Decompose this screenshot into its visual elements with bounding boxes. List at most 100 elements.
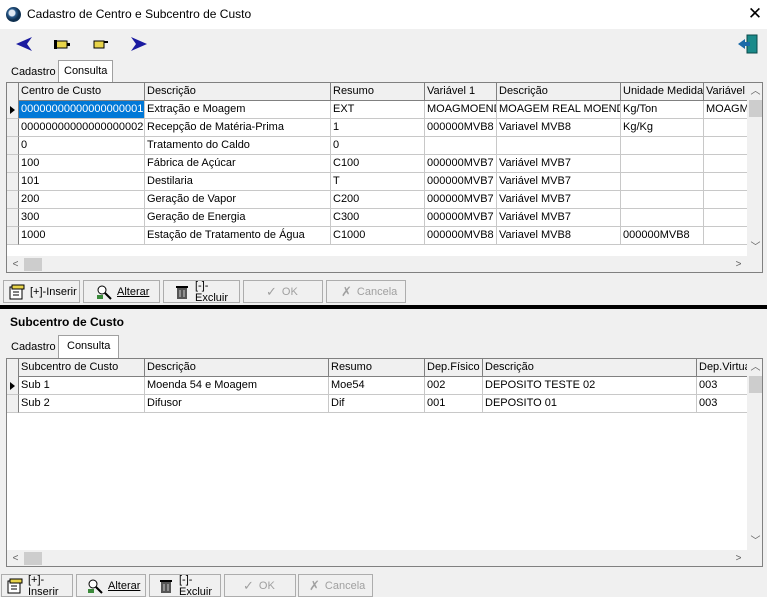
table-row[interactable]: 00000000000000000001 Extração e Moagem EXT…: [7, 101, 762, 119]
row-indicator[interactable]: [7, 137, 19, 155]
table-cell[interactable]: 00000000000000000002: [19, 119, 145, 137]
scroll-left-icon[interactable]: <: [7, 256, 24, 272]
cancel-button[interactable]: ✗ Cancela: [326, 280, 406, 303]
table-row[interactable]: 101 Destilaria T 000000MVB7 Variável MVB7: [7, 173, 762, 191]
first-record-icon[interactable]: [51, 33, 73, 55]
row-indicator[interactable]: [7, 155, 19, 173]
column-header[interactable]: Descrição: [483, 359, 697, 377]
table-cell[interactable]: Variavel MVB8: [497, 119, 621, 137]
tab-sub-consulta[interactable]: Consulta: [58, 335, 120, 358]
column-header[interactable]: Subcentro de Custo: [19, 359, 145, 377]
table-row[interactable]: Sub 2 Difusor Dif 001 DEPOSITO 01 003: [7, 395, 757, 413]
table-cell[interactable]: Variável MVB7: [497, 173, 621, 191]
table-cell[interactable]: C100: [331, 155, 425, 173]
close-icon[interactable]: ✕: [744, 4, 766, 24]
table-row[interactable]: 00000000000000000002 Recepção de Matéria-…: [7, 119, 762, 137]
column-header[interactable]: Descrição: [145, 83, 331, 101]
forward-arrow-icon[interactable]: [128, 33, 150, 55]
table-cell[interactable]: Variável MVB7: [497, 209, 621, 227]
row-indicator[interactable]: [7, 227, 19, 245]
column-header[interactable]: Descrição: [497, 83, 621, 101]
centro-grid[interactable]: Centro de Custo Descrição Resumo Variável 1…: [6, 82, 763, 273]
table-cell[interactable]: [621, 137, 704, 155]
table-cell[interactable]: Moenda 54 e Moagem: [145, 377, 329, 395]
table-cell[interactable]: MOAGEM REAL MOENDA: [497, 101, 621, 119]
table-cell[interactable]: 000000MVB7: [425, 209, 497, 227]
table-row[interactable]: 1000 Estação de Tratamento de Água C1000 00…: [7, 227, 762, 245]
table-cell[interactable]: [497, 137, 621, 155]
sub-delete-button[interactable]: [-]-Excluir: [149, 574, 221, 597]
column-header[interactable]: Resumo: [331, 83, 425, 101]
scroll-right-icon[interactable]: >: [730, 256, 747, 272]
row-indicator[interactable]: [7, 377, 19, 395]
centro-hscroll[interactable]: < >: [7, 256, 747, 272]
table-cell[interactable]: Variável MVB7: [497, 155, 621, 173]
edit-button[interactable]: Alterar: [83, 280, 160, 303]
column-header[interactable]: Centro de Custo: [19, 83, 145, 101]
table-cell[interactable]: [425, 137, 497, 155]
table-row[interactable]: 100 Fábrica de Açúcar C100 000000MVB7 Variáv…: [7, 155, 762, 173]
table-cell[interactable]: Destilaria: [145, 173, 331, 191]
subcentro-vscroll[interactable]: ︿ ﹀: [747, 359, 762, 550]
table-cell[interactable]: Tratamento do Caldo: [145, 137, 331, 155]
column-header[interactable]: Resumo: [329, 359, 425, 377]
scroll-up-icon[interactable]: ︿: [747, 83, 762, 100]
sub-edit-button[interactable]: Alterar: [76, 574, 146, 597]
table-cell[interactable]: Difusor: [145, 395, 329, 413]
table-cell[interactable]: 1000: [19, 227, 145, 245]
hscroll-thumb[interactable]: [24, 552, 42, 565]
subcentro-grid[interactable]: Subcentro de Custo Descrição Resumo Dep.Fís…: [6, 358, 763, 567]
table-cell[interactable]: Dif: [329, 395, 425, 413]
table-cell[interactable]: 000000MVB7: [425, 155, 497, 173]
table-cell[interactable]: 0: [331, 137, 425, 155]
insert-button[interactable]: [+]-Inserir: [3, 280, 80, 303]
hscroll-thumb[interactable]: [24, 258, 42, 271]
table-cell[interactable]: Geração de Vapor: [145, 191, 331, 209]
table-cell[interactable]: 101: [19, 173, 145, 191]
table-cell[interactable]: [621, 191, 704, 209]
table-cell[interactable]: C300: [331, 209, 425, 227]
table-cell[interactable]: Kg/Kg: [621, 119, 704, 137]
tab-consulta[interactable]: Consulta: [58, 60, 114, 83]
table-cell[interactable]: 002: [425, 377, 483, 395]
table-cell[interactable]: Fábrica de Açúcar: [145, 155, 331, 173]
subcentro-hscroll[interactable]: < >: [7, 550, 747, 566]
row-indicator[interactable]: [7, 101, 19, 119]
table-cell[interactable]: 000000MVB8: [425, 227, 497, 245]
table-row[interactable]: 300 Geração de Energia C300 000000MVB7 Variá…: [7, 209, 762, 227]
row-indicator[interactable]: [7, 209, 19, 227]
table-cell[interactable]: EXT: [331, 101, 425, 119]
scroll-down-icon[interactable]: ﹀: [747, 239, 762, 256]
ok-button[interactable]: ✓ OK: [243, 280, 323, 303]
table-cell[interactable]: 00000000000000000001: [19, 101, 145, 119]
row-indicator[interactable]: [7, 395, 19, 413]
table-row[interactable]: 0 Tratamento do Caldo 0: [7, 137, 762, 155]
sub-cancel-button[interactable]: ✗ Cancela: [298, 574, 373, 597]
table-cell[interactable]: 200: [19, 191, 145, 209]
table-cell[interactable]: 000000MVB7: [425, 191, 497, 209]
scroll-left-icon[interactable]: <: [7, 550, 24, 566]
table-cell[interactable]: 100: [19, 155, 145, 173]
table-cell[interactable]: 000000MVB8: [425, 119, 497, 137]
table-cell[interactable]: Moe54: [329, 377, 425, 395]
table-cell[interactable]: Variável MVB7: [497, 191, 621, 209]
row-indicator[interactable]: [7, 191, 19, 209]
tab-sub-cadastro[interactable]: Cadastro: [6, 337, 61, 359]
tab-cadastro[interactable]: Cadastro: [6, 62, 61, 84]
table-cell[interactable]: [621, 209, 704, 227]
back-arrow-icon[interactable]: [13, 33, 35, 55]
table-cell[interactable]: 000000MVB7: [425, 173, 497, 191]
table-cell[interactable]: MOAGMOEND: [425, 101, 497, 119]
table-cell[interactable]: Kg/Ton: [621, 101, 704, 119]
column-header[interactable]: Descrição: [145, 359, 329, 377]
exit-door-icon[interactable]: [736, 32, 760, 56]
table-cell[interactable]: 001: [425, 395, 483, 413]
table-row[interactable]: Sub 1 Moenda 54 e Moagem Moe54 002 DEPOSITO …: [7, 377, 757, 395]
table-cell[interactable]: T: [331, 173, 425, 191]
table-cell[interactable]: Recepção de Matéria-Prima: [145, 119, 331, 137]
table-cell[interactable]: Variavel MVB8: [497, 227, 621, 245]
table-cell[interactable]: 300: [19, 209, 145, 227]
column-header[interactable]: Unidade Medida: [621, 83, 704, 101]
row-indicator[interactable]: [7, 173, 19, 191]
scroll-down-icon[interactable]: ﹀: [747, 533, 762, 550]
